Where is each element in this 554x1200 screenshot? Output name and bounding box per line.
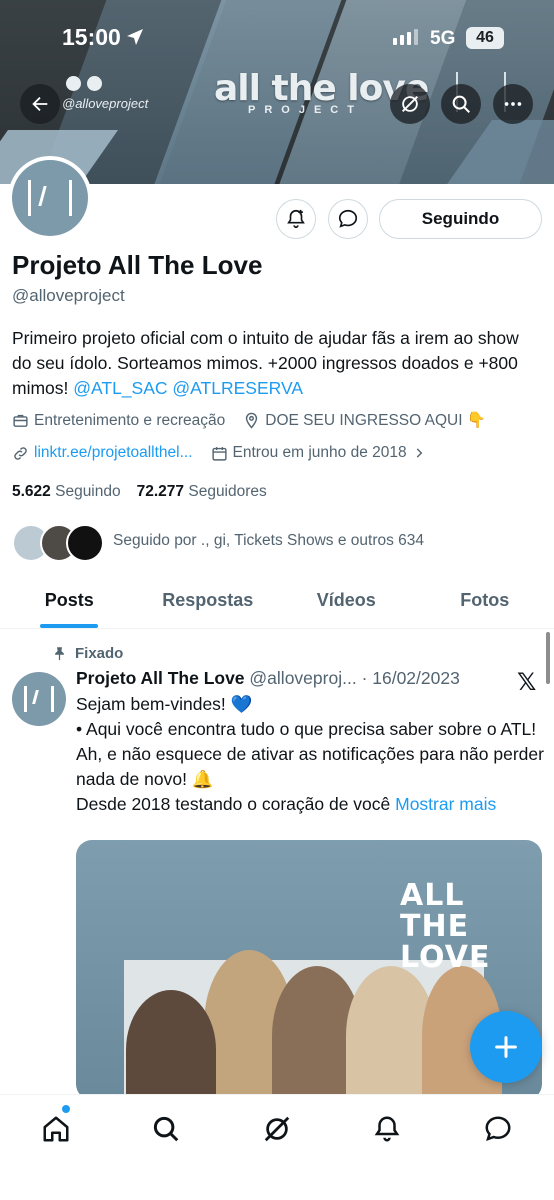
home-notification-dot	[62, 1105, 70, 1113]
message-button[interactable]	[328, 199, 368, 239]
profile-handle: @alloveproject	[12, 286, 125, 305]
post-date: · 16/02/2023	[361, 668, 460, 688]
search-icon	[153, 1116, 179, 1142]
followers-count: 72.277	[136, 483, 185, 500]
post-line: • Aqui você encontra tudo o que precisa …	[76, 719, 537, 739]
calendar-icon	[211, 446, 227, 461]
tab-videos[interactable]: Vídeos	[277, 576, 416, 628]
following-stat[interactable]: 5.622 Seguindo	[12, 483, 121, 501]
pinned-text: Fixado	[75, 645, 124, 662]
mutual-followers-avatars[interactable]	[12, 524, 104, 562]
search-icon	[452, 95, 470, 113]
briefcase-icon	[13, 414, 28, 427]
post-line: Desde 2018 testando o coração de você Mo…	[76, 792, 546, 817]
joined-text: Entrou em junho de 2018	[232, 444, 407, 461]
profile-bio: Primeiro projeto oficial com o intuito d…	[12, 326, 542, 401]
tab-replies[interactable]: Respostas	[139, 576, 278, 628]
nav-search[interactable]	[146, 1109, 186, 1149]
location-arrow-icon	[127, 29, 143, 45]
post-header: Projeto All The Love @alloveproj... · 16…	[76, 668, 460, 689]
back-arrow-icon	[32, 96, 48, 112]
link-icon	[14, 446, 27, 460]
search-button[interactable]	[441, 84, 481, 124]
network-type: 5G	[430, 28, 456, 49]
banner-social-icons	[66, 76, 102, 91]
status-bar: 15:00 5G 46	[0, 0, 554, 70]
status-time: 15:00	[62, 24, 121, 50]
nav-messages[interactable]	[478, 1109, 518, 1149]
bio-mention-link[interactable]: @ATLRESERVA	[172, 378, 303, 398]
avatar	[66, 524, 104, 562]
location-item: DOE SEU INGRESSO AQUI 👇	[243, 411, 486, 430]
post-handle[interactable]: @alloveproj...	[249, 668, 356, 688]
message-icon	[338, 209, 358, 228]
nav-grok[interactable]	[257, 1109, 297, 1149]
post-author-avatar[interactable]	[12, 672, 66, 726]
nav-notifications[interactable]	[367, 1109, 407, 1149]
banner-handle: @alloveproject	[62, 96, 149, 111]
post-text: Sejam bem-vindes! 💙 • Aqui você encontra…	[76, 692, 546, 817]
following-count: 5.622	[12, 483, 51, 500]
category-item: Entretenimento e recreação	[12, 412, 225, 430]
plus-icon	[495, 1036, 517, 1058]
nav-home[interactable]	[36, 1109, 76, 1149]
compose-button[interactable]	[470, 1011, 542, 1083]
post-line: Ah, e não esquece de ativar as notificaç…	[76, 744, 544, 789]
notifications-icon	[374, 1116, 400, 1142]
chevron-right-icon	[416, 448, 422, 458]
website-item[interactable]: linktr.ee/projetoallthel...	[12, 444, 193, 462]
profile-avatar[interactable]	[8, 156, 92, 240]
location-pin-icon	[246, 412, 258, 429]
notify-button[interactable]	[276, 199, 316, 239]
following-label: Seguindo	[55, 483, 121, 500]
more-icon	[504, 102, 522, 106]
joined-item[interactable]: Entrou em junho de 2018	[211, 444, 426, 462]
show-more-link[interactable]: Mostrar mais	[395, 794, 496, 814]
battery-icon: 46	[466, 27, 504, 49]
back-button[interactable]	[20, 84, 60, 124]
image-person	[126, 990, 216, 1100]
more-button[interactable]	[493, 84, 533, 124]
display-name: Projeto All The Love	[12, 250, 263, 280]
followers-stat[interactable]: 72.277 Seguidores	[137, 483, 267, 501]
grok-button[interactable]	[390, 84, 430, 124]
follow-stats: 5.622 Seguindo 72.277 Seguidores	[12, 483, 267, 501]
scrollbar[interactable]	[546, 632, 550, 684]
message-icon	[485, 1116, 511, 1141]
bio-mention-link[interactable]: @ATL_SAC	[73, 378, 167, 398]
bottom-nav	[0, 1094, 554, 1200]
tab-posts[interactable]: Posts	[0, 576, 139, 628]
post-line: Sejam bem-vindes! 💙	[76, 694, 253, 714]
image-headline: ALL THE LOVE	[400, 878, 491, 975]
post-line-text: Desde 2018 testando o coração de você	[76, 794, 396, 814]
bell-plus-icon	[287, 209, 305, 229]
website-link[interactable]: linktr.ee/projetoallthel...	[34, 444, 193, 462]
location-text: DOE SEU INGRESSO AQUI 👇	[265, 412, 487, 429]
tab-photos[interactable]: Fotos	[416, 576, 554, 628]
category-text: Entretenimento e recreação	[34, 411, 226, 429]
atl-logo-icon	[28, 180, 72, 216]
signal-icon	[393, 29, 418, 45]
atl-logo-icon	[24, 686, 54, 712]
home-icon	[43, 1116, 69, 1142]
pinned-label: Fixado	[52, 645, 123, 662]
following-button[interactable]: Seguindo	[379, 199, 542, 239]
followed-by-text[interactable]: Seguido por ., gi, Tickets Shows e outro…	[113, 532, 424, 550]
post-author[interactable]: Projeto All The Love	[76, 668, 245, 688]
grok-icon	[402, 96, 418, 112]
profile-tabs: Posts Respostas Vídeos Fotos	[0, 576, 554, 629]
grok-icon	[264, 1116, 290, 1142]
profile-meta-row: linktr.ee/projetoallthel... Entrou em ju…	[12, 444, 444, 462]
followers-label: Seguidores	[188, 483, 267, 500]
profile-meta-row: Entretenimento e recreação DOE SEU INGRE…	[12, 411, 504, 430]
banner-subtitle: PROJECT	[248, 104, 363, 116]
pin-icon	[55, 647, 64, 661]
